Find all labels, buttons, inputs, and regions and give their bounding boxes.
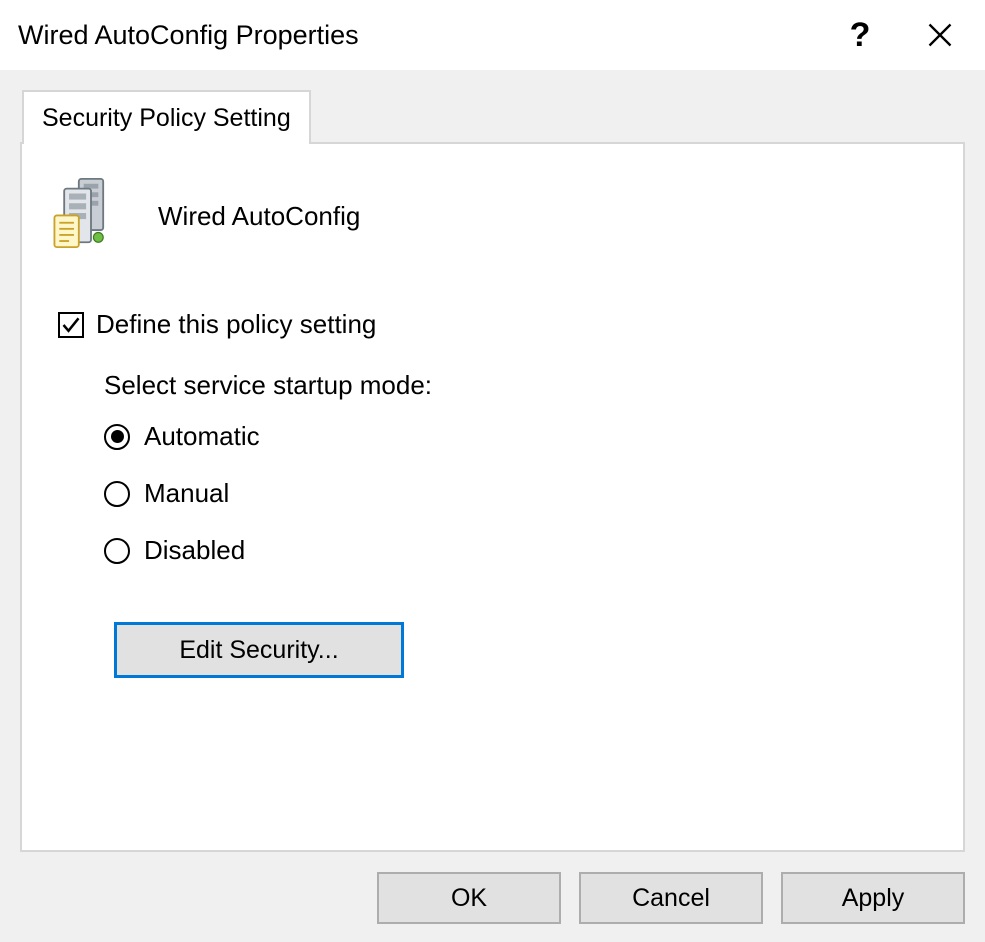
service-name: Wired AutoConfig [158, 201, 360, 232]
radio-disabled-label: Disabled [144, 535, 245, 566]
close-icon [926, 21, 954, 49]
radio-icon [104, 538, 130, 564]
radio-automatic-label: Automatic [144, 421, 260, 452]
radio-disabled[interactable]: Disabled [104, 535, 933, 566]
radio-icon [104, 424, 130, 450]
radio-icon [104, 481, 130, 507]
dialog-client-area: Security Policy Setting [0, 70, 985, 942]
titlebar: Wired AutoConfig Properties ? [0, 0, 985, 70]
dialog-button-row: OK Cancel Apply [377, 872, 965, 924]
tab-control: Security Policy Setting [20, 90, 965, 852]
help-button[interactable]: ? [825, 5, 895, 65]
radio-manual[interactable]: Manual [104, 478, 933, 509]
define-policy-label: Define this policy setting [96, 309, 376, 340]
server-icon [52, 174, 130, 259]
close-button[interactable] [905, 5, 975, 65]
service-header: Wired AutoConfig [52, 174, 933, 259]
tab-page: Wired AutoConfig Define this policy sett… [20, 142, 965, 852]
tab-label-text: Security Policy Setting [42, 104, 291, 133]
radio-automatic[interactable]: Automatic [104, 421, 933, 452]
checkbox-icon [58, 312, 84, 338]
ok-button[interactable]: OK [377, 872, 561, 924]
apply-button[interactable]: Apply [781, 872, 965, 924]
startup-mode-label: Select service startup mode: [104, 370, 933, 401]
radio-manual-label: Manual [144, 478, 229, 509]
tab-security-policy-setting[interactable]: Security Policy Setting [22, 90, 311, 144]
tab-mask [24, 142, 309, 146]
define-policy-checkbox[interactable]: Define this policy setting [58, 309, 933, 340]
cancel-button[interactable]: Cancel [579, 872, 763, 924]
window-title: Wired AutoConfig Properties [18, 20, 825, 51]
edit-security-button[interactable]: Edit Security... [114, 622, 404, 678]
